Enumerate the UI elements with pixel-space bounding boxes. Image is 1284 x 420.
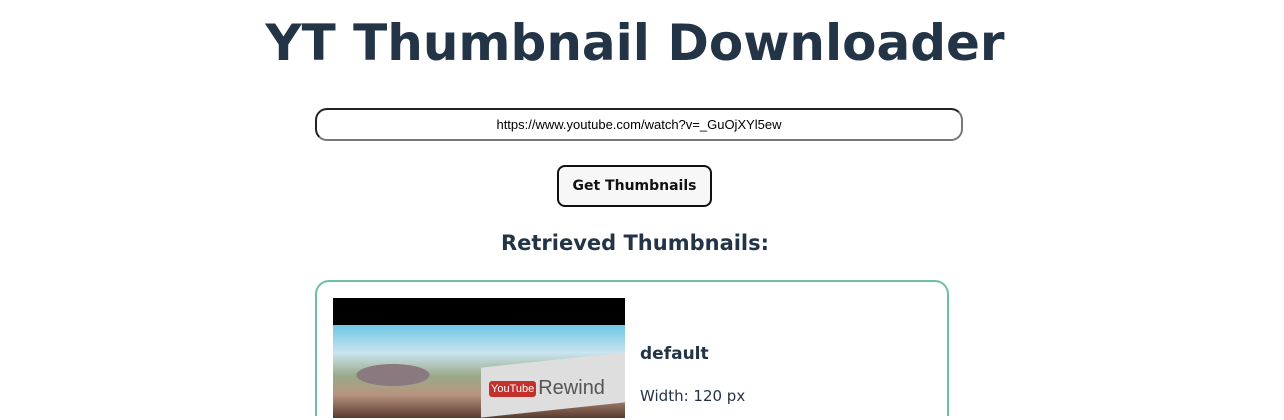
thumbnail-image[interactable]: YouTube Rewind xyxy=(333,298,625,418)
results-heading: Retrieved Thumbnails: xyxy=(500,231,770,255)
get-thumbnails-button[interactable]: Get Thumbnails xyxy=(557,165,712,207)
thumbnail-rewind-text: YouTube Rewind xyxy=(489,376,605,400)
rewind-label: Rewind xyxy=(538,377,605,399)
thumbnail-card: YouTube Rewind default Width: 120 px xyxy=(315,280,949,418)
thumbnail-name: default xyxy=(640,344,709,364)
thumbnail-width: Width: 120 px xyxy=(640,387,746,405)
page-title: YT Thumbnail Downloader xyxy=(265,14,1005,72)
youtube-logo: YouTube xyxy=(489,380,537,397)
url-input[interactable] xyxy=(315,108,963,141)
